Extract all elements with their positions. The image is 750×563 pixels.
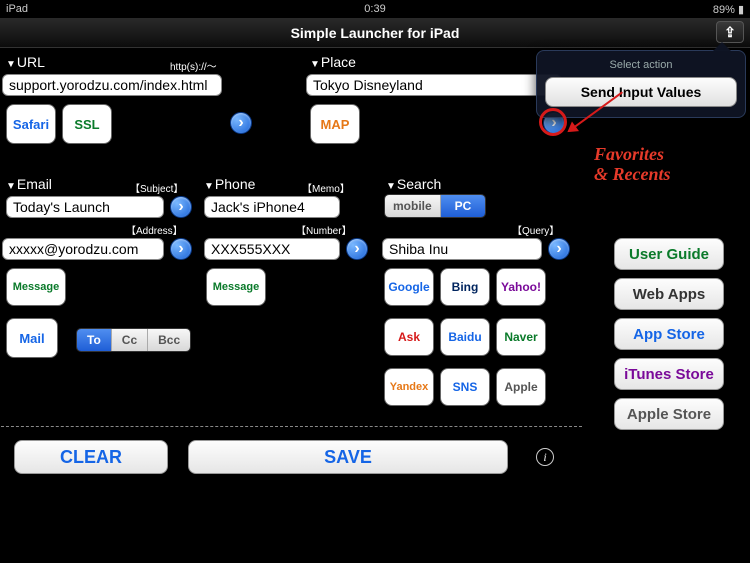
sns-button[interactable]: SNS — [440, 368, 490, 406]
mail-button[interactable]: Mail — [6, 318, 58, 358]
email-subject-input[interactable]: Today's Launch — [6, 196, 164, 218]
phone-number-tag: 【Number】 — [296, 222, 352, 237]
bing-button[interactable]: Bing — [440, 268, 490, 306]
url-input[interactable]: support.yorodzu.com/index.html — [2, 74, 222, 96]
email-subject-go[interactable] — [170, 196, 192, 218]
battery: 89% ▮ — [713, 3, 744, 16]
search-query-tag: 【Query】 — [512, 222, 559, 237]
pc-segment[interactable]: PC — [441, 195, 486, 217]
url-hint: http(s)://～ — [170, 58, 217, 73]
place-label: Place — [310, 54, 356, 70]
place-input[interactable]: Tokyo Disneyland — [306, 74, 562, 96]
search-label: Search — [386, 176, 441, 192]
url-go-button[interactable] — [230, 112, 252, 134]
email-address-input[interactable]: xxxxx@yorodzu.com — [2, 238, 164, 260]
nav-bar: Simple Launcher for iPad ⇪ — [0, 18, 750, 48]
phone-number-input[interactable]: XXX555XXX — [204, 238, 340, 260]
phone-label: Phone — [204, 176, 255, 192]
share-popover: Select action Send Input Values — [536, 50, 746, 118]
map-button[interactable]: MAP — [310, 104, 360, 144]
user-guide-button[interactable]: User Guide — [614, 238, 724, 270]
apple-store-button[interactable]: Apple Store — [614, 398, 724, 430]
send-input-values-button[interactable]: Send Input Values — [545, 77, 737, 107]
to-segment[interactable]: To — [77, 329, 112, 351]
page-title: Simple Launcher for iPad — [291, 25, 460, 41]
share-icon: ⇪ — [724, 24, 736, 41]
cc-segment[interactable]: Cc — [112, 329, 148, 351]
email-label: Email — [6, 176, 52, 192]
email-address-go[interactable] — [170, 238, 192, 260]
email-address-tag: 【Address】 — [126, 222, 183, 237]
bcc-segment[interactable]: Bcc — [148, 329, 190, 351]
ask-button[interactable]: Ask — [384, 318, 434, 356]
safari-button[interactable]: Safari — [6, 104, 56, 144]
email-subject-tag: 【Subject】 — [130, 180, 183, 195]
apple-button[interactable]: Apple — [496, 368, 546, 406]
email-message-button[interactable]: Message — [6, 268, 66, 306]
phone-memo-input[interactable]: Jack's iPhone4 — [204, 196, 340, 218]
ssl-button[interactable]: SSL — [62, 104, 112, 144]
itunes-store-button[interactable]: iTunes Store — [614, 358, 724, 390]
phone-message-button[interactable]: Message — [206, 268, 266, 306]
divider — [0, 426, 582, 427]
phone-go[interactable] — [346, 238, 368, 260]
device-label: iPad — [6, 3, 28, 15]
yandex-button[interactable]: Yandex — [384, 368, 434, 406]
phone-memo-tag: 【Memo】 — [302, 180, 350, 195]
popover-title: Select action — [545, 59, 737, 71]
yahoo-button[interactable]: Yahoo! — [496, 268, 546, 306]
annotation-circle-icon — [539, 108, 567, 136]
recipient-segment[interactable]: To Cc Bcc — [76, 328, 191, 352]
search-mode-segment[interactable]: mobile PC — [384, 194, 486, 218]
google-button[interactable]: Google — [384, 268, 434, 306]
annotation-text: Favorites & Recents — [594, 144, 671, 184]
info-icon[interactable]: i — [536, 448, 554, 466]
clear-button[interactable]: CLEAR — [14, 440, 168, 474]
web-apps-button[interactable]: Web Apps — [614, 278, 724, 310]
mobile-segment[interactable]: mobile — [385, 195, 441, 217]
status-bar: iPad 0:39 89% ▮ — [0, 0, 750, 18]
naver-button[interactable]: Naver — [496, 318, 546, 356]
popover-caret-icon — [713, 42, 731, 51]
search-go[interactable] — [548, 238, 570, 260]
app-store-button[interactable]: App Store — [614, 318, 724, 350]
share-button[interactable]: ⇪ — [716, 21, 744, 43]
url-label: URL — [6, 54, 45, 70]
clock: 0:39 — [364, 3, 385, 15]
save-button[interactable]: SAVE — [188, 440, 508, 474]
baidu-button[interactable]: Baidu — [440, 318, 490, 356]
search-query-input[interactable]: Shiba Inu — [382, 238, 542, 260]
